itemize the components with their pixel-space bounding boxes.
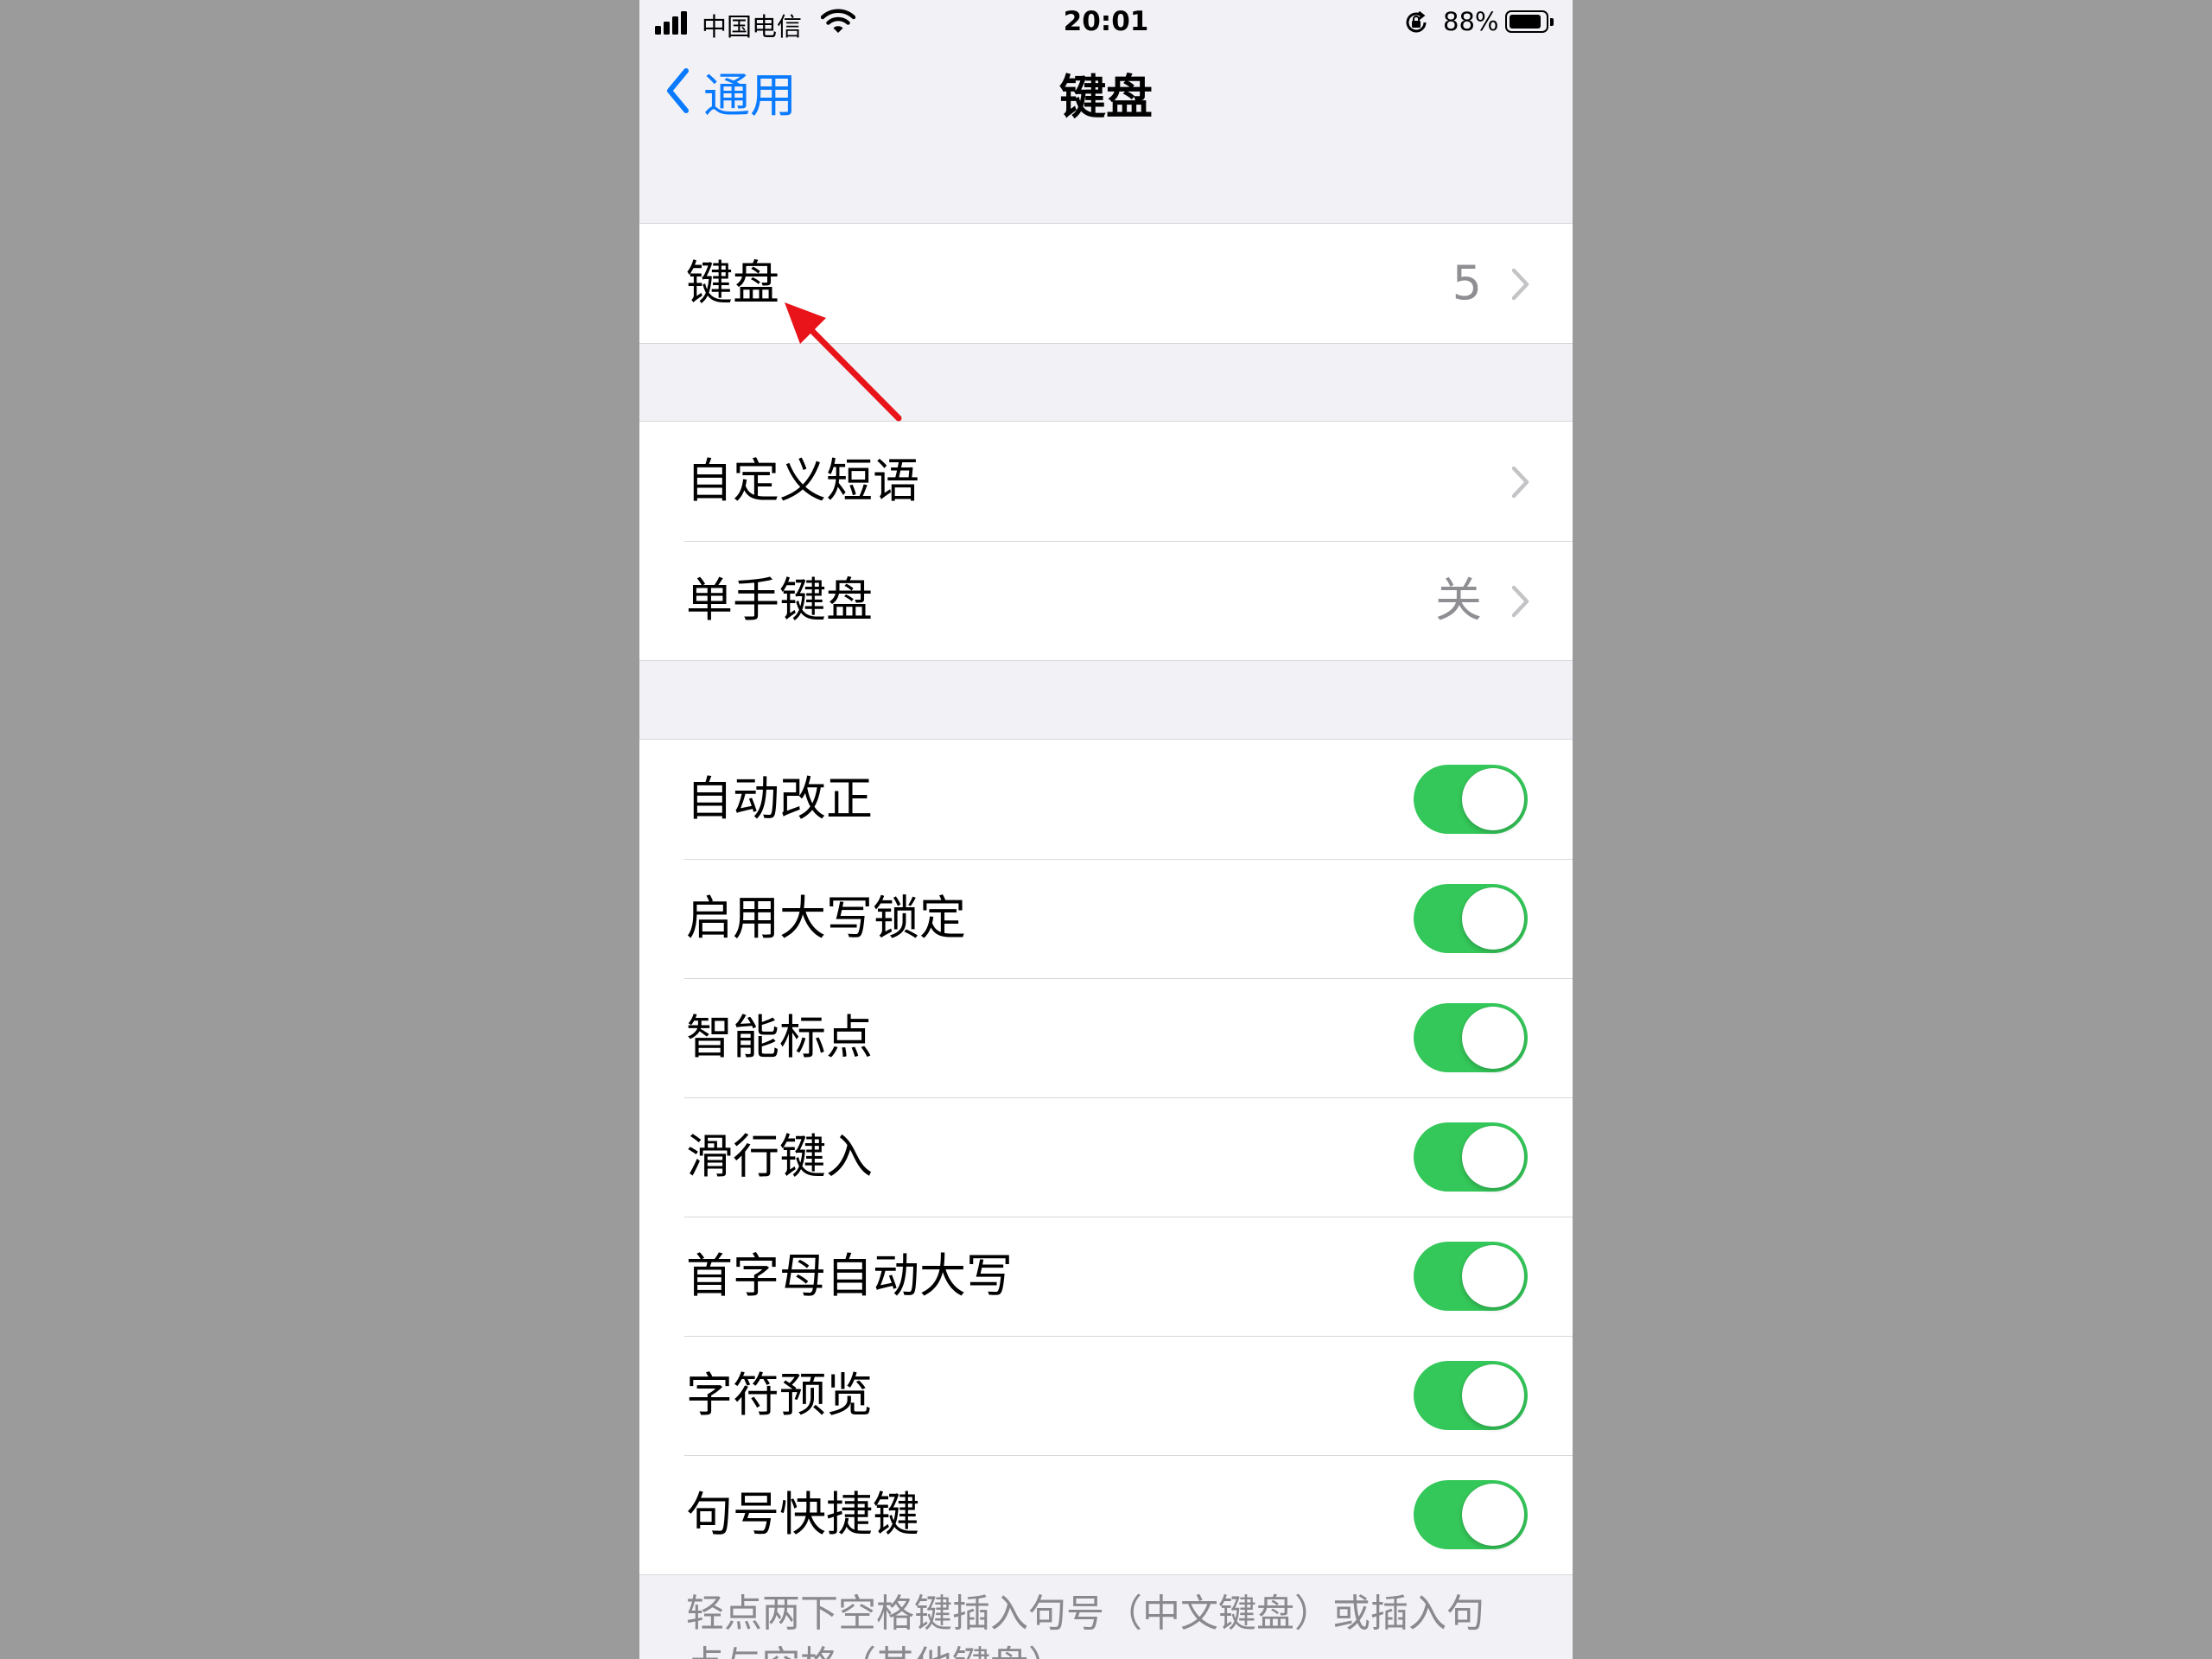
auto-correction-row: 自动改正 — [639, 740, 1573, 859]
toggles-group: 自动改正 启用大写锁定 智能标点 滑行键入 首字母自动大写 字符预览 句号快捷键 — [639, 739, 1573, 1575]
smart-punctuation-toggle[interactable] — [1414, 1003, 1528, 1072]
keyboard-count: 5 — [1452, 256, 1482, 310]
chevron-right-icon — [1511, 585, 1529, 618]
period-shortcut-row: 句号快捷键 — [639, 1455, 1573, 1574]
chevron-right-icon — [1511, 466, 1529, 499]
row-label: 启用大写锁定 — [686, 891, 966, 945]
footnote: 轻点两下空格键插入句号（中文键盘）或插入句点与空格（其他键盘）。 — [686, 1592, 1484, 1659]
caps-lock-row: 启用大写锁定 — [639, 859, 1573, 978]
smart-punctuation-row: 智能标点 — [639, 978, 1573, 1097]
phone-screen: 中国电信 20:01 88% 通用 键盘 键盘 5 自定义短语 单手键盘 关 自… — [639, 0, 1573, 1659]
slide-to-type-toggle[interactable] — [1414, 1122, 1528, 1192]
row-label: 自定义短语 — [686, 454, 919, 508]
text-replacement-row[interactable]: 自定义短语 — [639, 422, 1573, 541]
character-preview-row: 字符预览 — [639, 1336, 1573, 1455]
slide-to-type-row: 滑行键入 — [639, 1097, 1573, 1217]
keyboards-row[interactable]: 键盘 5 — [639, 224, 1573, 343]
page-title: 键盘 — [1059, 70, 1153, 124]
row-label: 字符预览 — [686, 1368, 873, 1422]
row-label: 自动改正 — [686, 772, 873, 826]
keyboards-group: 键盘 5 — [639, 223, 1573, 344]
battery-percent: 88% — [1443, 7, 1499, 36]
row-label: 键盘 — [686, 256, 779, 310]
character-preview-toggle[interactable] — [1414, 1361, 1528, 1430]
auto-correction-toggle[interactable] — [1414, 765, 1528, 834]
chevron-right-icon — [1511, 268, 1529, 301]
status-time: 20:01 — [1063, 6, 1149, 37]
auto-capitalization-row: 首字母自动大写 — [639, 1217, 1573, 1336]
row-label: 句号快捷键 — [686, 1487, 919, 1541]
row-label: 单手键盘 — [686, 573, 873, 627]
row-label: 滑行键入 — [686, 1129, 873, 1184]
row-label: 首字母自动大写 — [686, 1249, 1013, 1303]
caps-lock-toggle[interactable] — [1414, 884, 1528, 953]
rotation-lock-icon — [1406, 10, 1427, 33]
one-handed-keyboard-row[interactable]: 单手键盘 关 — [639, 541, 1573, 660]
auto-capitalization-toggle[interactable] — [1414, 1242, 1528, 1311]
status-bar: 中国电信 20:01 88% — [639, 0, 1573, 48]
one-handed-keyboard-value: 关 — [1435, 573, 1482, 627]
period-shortcut-toggle[interactable] — [1414, 1480, 1528, 1549]
battery-icon — [1505, 10, 1554, 33]
phrases-group: 自定义短语 单手键盘 关 — [639, 421, 1573, 661]
row-label: 智能标点 — [686, 1010, 873, 1065]
